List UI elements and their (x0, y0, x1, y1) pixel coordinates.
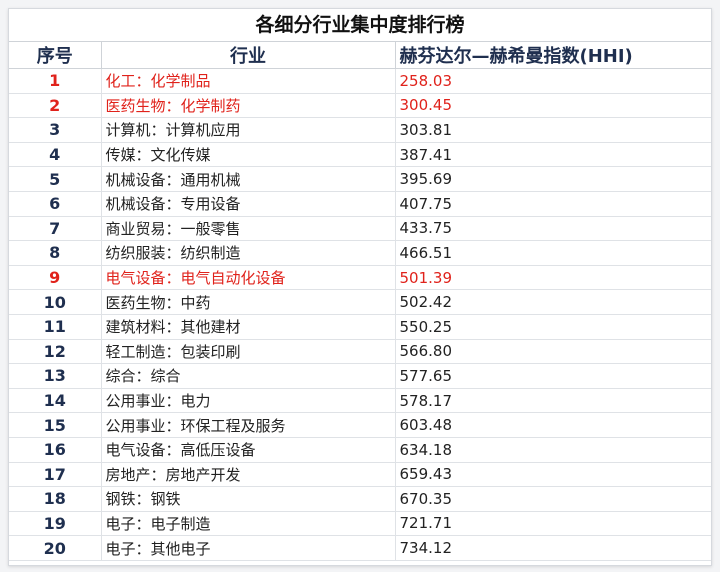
rank-cell: 15 (9, 412, 102, 438)
hhi-value-cell: 721.71 (395, 511, 711, 537)
industry-cell: 纺织服装：纺织制造 (101, 240, 396, 266)
rank-cell: 6 (9, 191, 102, 217)
table-row: 12 轻工制造：包装印刷 566.80 (9, 339, 711, 365)
hhi-ranking-table: 序号 行业 赫芬达尔—赫希曼指数(HHI) 1 化工：化学制品 258.03 2 医药生… (9, 42, 711, 561)
rank-cell: 3 (9, 117, 102, 143)
rank-cell: 8 (9, 240, 102, 266)
hhi-value-cell: 670.35 (395, 486, 711, 512)
industry-cell: 化工：化学制品 (101, 68, 396, 94)
table-body: 1 化工：化学制品 258.03 2 医药生物：化学制药 300.45 3 计算机：计算机应用… (9, 68, 711, 561)
hhi-value-cell: 603.48 (395, 412, 711, 438)
rank-cell: 20 (9, 535, 102, 561)
rank-cell: 10 (9, 289, 102, 315)
table-row: 4 传媒：文化传媒 387.41 (9, 142, 711, 168)
table-row: 7 商业贸易：一般零售 433.75 (9, 216, 711, 242)
table-row: 5 机械设备：通用机械 395.69 (9, 166, 711, 192)
table-row: 18 钢铁：钢铁 670.35 (9, 486, 711, 512)
industry-cell: 电子：其他电子 (101, 535, 396, 561)
hhi-value-cell: 466.51 (395, 240, 711, 266)
industry-cell: 电子：电子制造 (101, 511, 396, 537)
table-row: 15 公用事业：环保工程及服务 603.48 (9, 412, 711, 438)
rank-cell: 11 (9, 314, 102, 340)
industry-cell: 钢铁：钢铁 (101, 486, 396, 512)
table-row: 20 电子：其他电子 734.12 (9, 535, 711, 561)
rank-cell: 7 (9, 216, 102, 242)
rank-cell: 5 (9, 166, 102, 192)
industry-cell: 传媒：文化传媒 (101, 142, 396, 168)
industry-cell: 医药生物：中药 (101, 289, 396, 315)
industry-cell: 公用事业：环保工程及服务 (101, 412, 396, 438)
industry-cell: 电气设备：电气自动化设备 (101, 265, 396, 291)
header-rank: 序号 (9, 42, 102, 69)
table-row: 13 综合：综合 577.65 (9, 363, 711, 389)
table-row: 14 公用事业：电力 578.17 (9, 388, 711, 414)
hhi-value-cell: 258.03 (395, 68, 711, 94)
table-row: 6 机械设备：专用设备 407.75 (9, 191, 711, 217)
industry-cell: 综合：综合 (101, 363, 396, 389)
hhi-value-cell: 566.80 (395, 339, 711, 365)
header-industry: 行业 (101, 42, 396, 69)
hhi-value-cell: 501.39 (395, 265, 711, 291)
rank-cell: 19 (9, 511, 102, 537)
rank-cell: 12 (9, 339, 102, 365)
table-title: 各细分行业集中度排行榜 (9, 9, 711, 42)
table-row: 9 电气设备：电气自动化设备 501.39 (9, 265, 711, 291)
hhi-value-cell: 578.17 (395, 388, 711, 414)
rank-cell: 2 (9, 93, 102, 119)
header-row: 序号 行业 赫芬达尔—赫希曼指数(HHI) (9, 42, 711, 69)
hhi-value-cell: 433.75 (395, 216, 711, 242)
industry-cell: 计算机：计算机应用 (101, 117, 396, 143)
rank-cell: 9 (9, 265, 102, 291)
table-row: 19 电子：电子制造 721.71 (9, 511, 711, 537)
rank-cell: 17 (9, 462, 102, 488)
industry-cell: 公用事业：电力 (101, 388, 396, 414)
industry-cell: 机械设备：专用设备 (101, 191, 396, 217)
hhi-value-cell: 303.81 (395, 117, 711, 143)
table-row: 16 电气设备：高低压设备 634.18 (9, 437, 711, 463)
hhi-value-cell: 634.18 (395, 437, 711, 463)
hhi-value-cell: 395.69 (395, 166, 711, 192)
hhi-value-cell: 407.75 (395, 191, 711, 217)
table-row: 10 医药生物：中药 502.42 (9, 289, 711, 315)
industry-cell: 商业贸易：一般零售 (101, 216, 396, 242)
hhi-value-cell: 734.12 (395, 535, 711, 561)
industry-cell: 建筑材料：其他建材 (101, 314, 396, 340)
hhi-value-cell: 300.45 (395, 93, 711, 119)
header-hhi: 赫芬达尔—赫希曼指数(HHI) (395, 42, 711, 69)
hhi-value-cell: 550.25 (395, 314, 711, 340)
table-row: 17 房地产：房地产开发 659.43 (9, 462, 711, 488)
table-row: 11 建筑材料：其他建材 550.25 (9, 314, 711, 340)
hhi-value-cell: 502.42 (395, 289, 711, 315)
rank-cell: 18 (9, 486, 102, 512)
table-row: 3 计算机：计算机应用 303.81 (9, 117, 711, 143)
table-row: 2 医药生物：化学制药 300.45 (9, 93, 711, 119)
industry-cell: 医药生物：化学制药 (101, 93, 396, 119)
industry-cell: 轻工制造：包装印刷 (101, 339, 396, 365)
industry-cell: 房地产：房地产开发 (101, 462, 396, 488)
rank-cell: 16 (9, 437, 102, 463)
ranking-table-sheet: 各细分行业集中度排行榜 序号 行业 赫芬达尔—赫希曼指数(HHI) 1 化工：化学… (8, 8, 712, 566)
rank-cell: 13 (9, 363, 102, 389)
rank-cell: 14 (9, 388, 102, 414)
hhi-value-cell: 577.65 (395, 363, 711, 389)
industry-cell: 电气设备：高低压设备 (101, 437, 396, 463)
table-row: 1 化工：化学制品 258.03 (9, 68, 711, 94)
rank-cell: 1 (9, 68, 102, 94)
industry-cell: 机械设备：通用机械 (101, 166, 396, 192)
rank-cell: 4 (9, 142, 102, 168)
hhi-value-cell: 387.41 (395, 142, 711, 168)
hhi-value-cell: 659.43 (395, 462, 711, 488)
table-row: 8 纺织服装：纺织制造 466.51 (9, 240, 711, 266)
